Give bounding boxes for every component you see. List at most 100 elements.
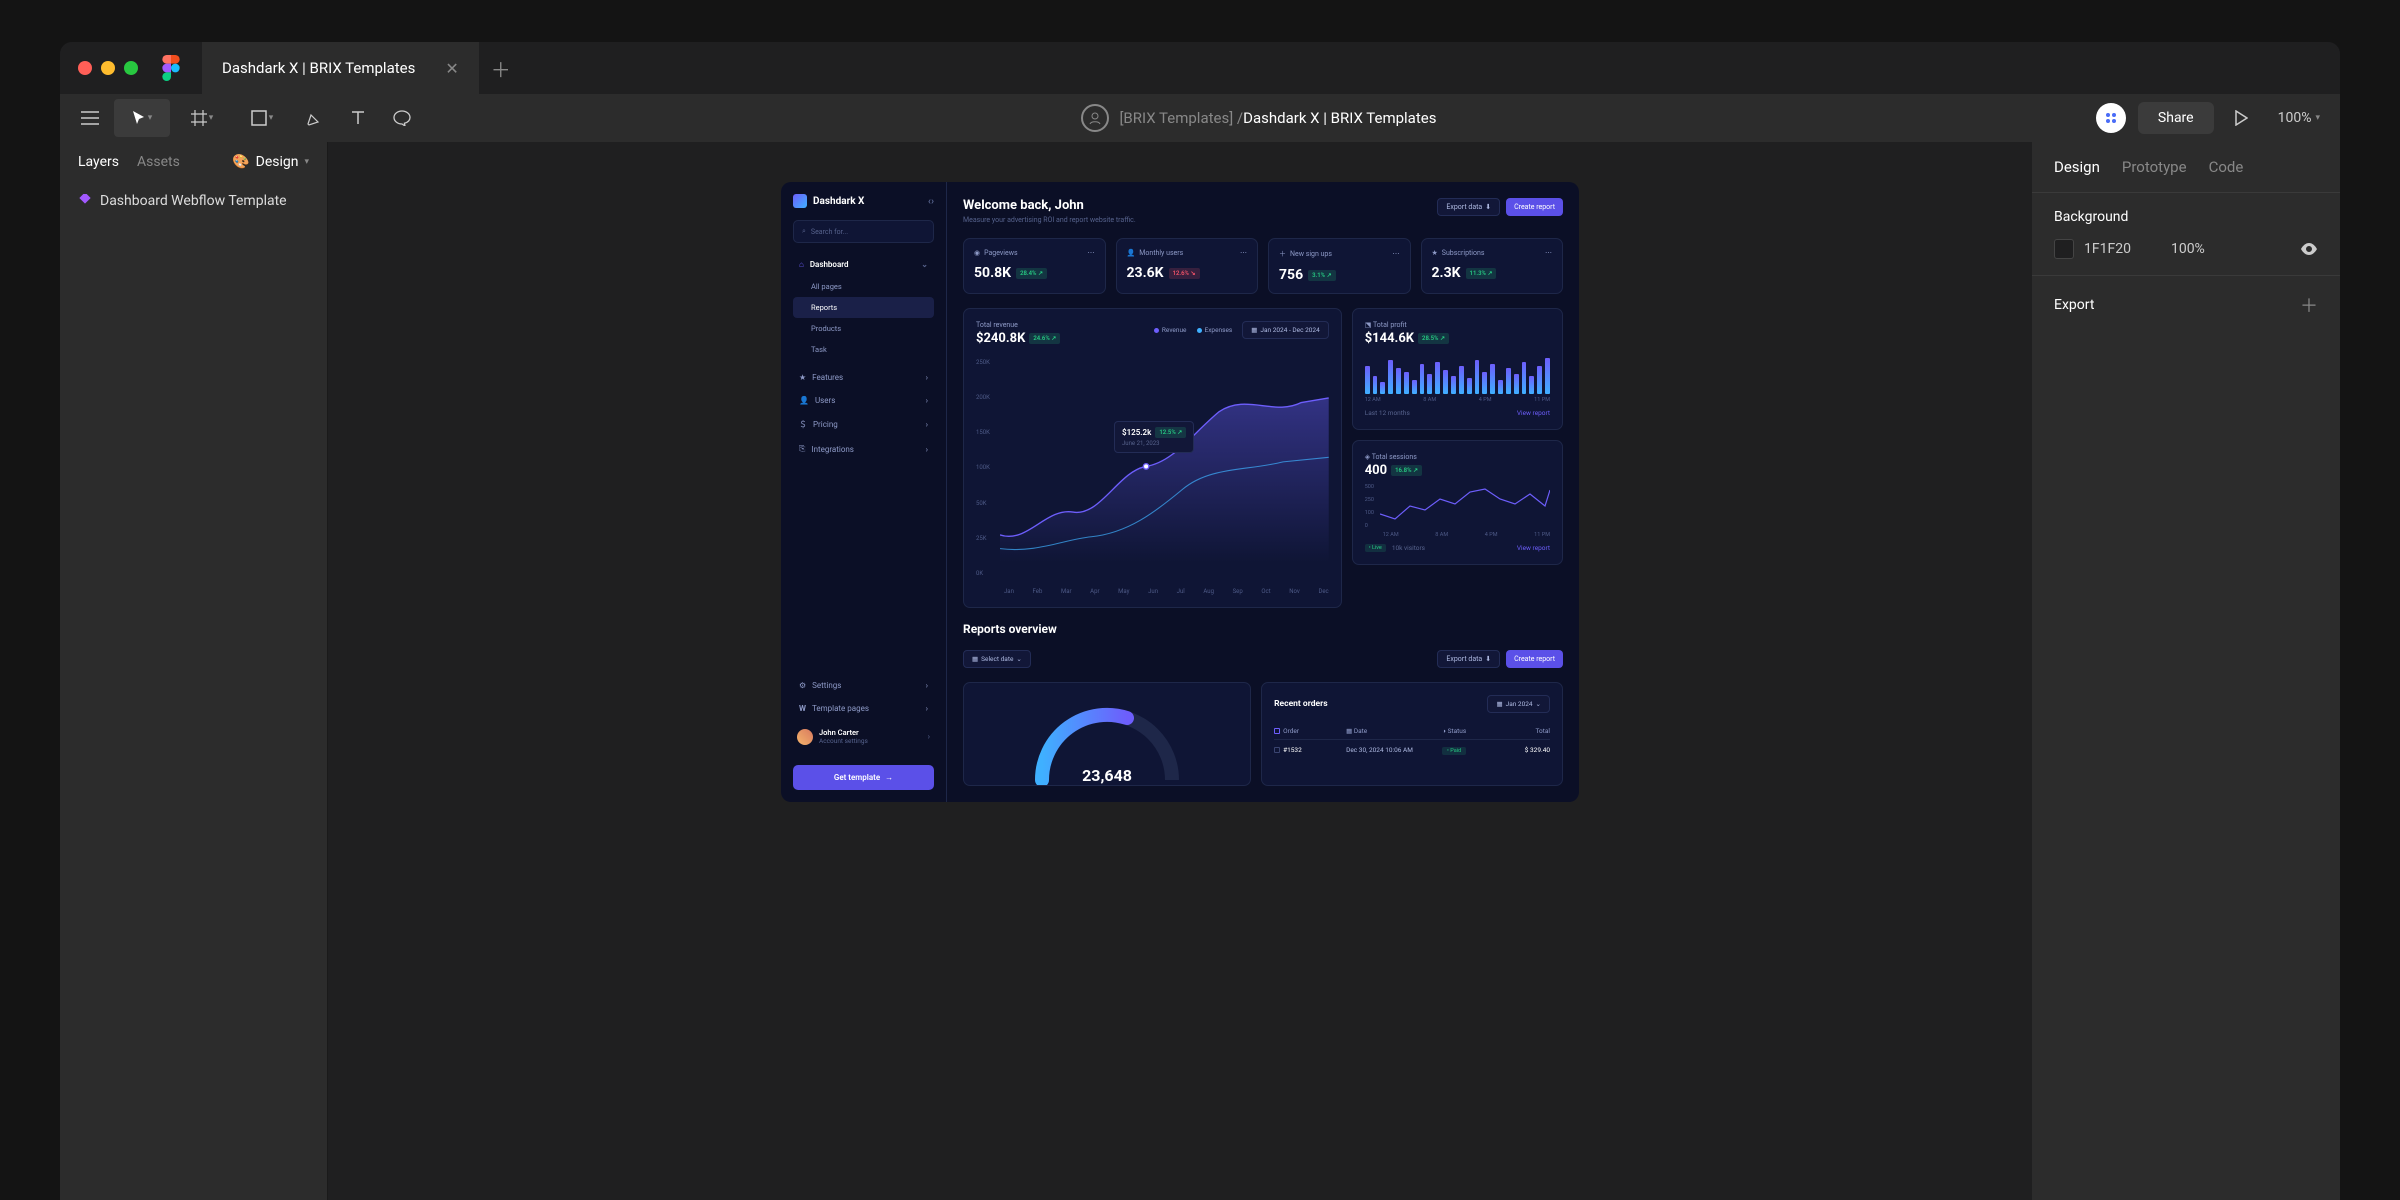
create-report-button[interactable]: Create report [1506,650,1563,668]
tab-code[interactable]: Code [2209,158,2244,176]
search-input[interactable]: ⌕Search for... [793,220,934,243]
tab-layers[interactable]: Layers [78,154,119,170]
tab-design[interactable]: Design [2054,158,2100,176]
new-tab-icon[interactable]: ＋ [491,54,511,83]
reports-header: Reports overview [963,622,1563,636]
breadcrumb[interactable]: [BRIX Templates] /Dashdark X | BRIX Temp… [1119,109,1436,127]
visibility-icon[interactable] [2300,243,2318,255]
tab-assets[interactable]: Assets [137,154,180,170]
x-axis: JanFebMarAprMayJunJulAugSepOctNovDec [1004,588,1329,595]
menu-icon[interactable] [70,99,110,137]
right-panel-tabs: Design Prototype Code [2032,142,2340,192]
eye-icon: ◉ [974,249,980,257]
nav-features[interactable]: ★Features› [793,366,934,389]
layer-label: Dashboard Webflow Template [100,192,287,211]
page-title: Welcome back, John [963,198,1136,213]
figma-window: Dashdark X | BRIX Templates ✕ ＋ ▾ ▾ ▾ [B… [60,42,2340,1200]
layer-row[interactable]: Dashboard Webflow Template [60,182,327,221]
dashboard-frame[interactable]: Dashdark X‹› ⌕Search for... ⌂Dashboard⌄ … [781,182,1579,802]
comment-tool[interactable] [382,99,422,137]
more-icon[interactable]: ⋯ [1240,249,1247,257]
chart-row: Total revenue$240.8K24.6% ↗ Revenue Expe… [963,308,1563,608]
nav-reports[interactable]: Reports [793,297,934,318]
checkbox-icon[interactable] [1274,747,1280,753]
tab-prototype[interactable]: Prototype [2122,158,2187,176]
page-selector[interactable]: 🎨 Design ▾ [232,154,309,170]
pen-tool[interactable] [294,99,334,137]
toolbar-center: [BRIX Templates] /Dashdark X | BRIX Temp… [422,104,2096,132]
kpi-card: 👤Monthly users⋯23.6K12.6% ↘ [1116,238,1259,294]
select-date-button[interactable]: ▦Select date⌄ [963,650,1031,668]
table-row[interactable]: #1532 Dec 30, 2024 10:06 AM • Paid $ 329… [1274,740,1550,760]
nav-dashboard[interactable]: ⌂Dashboard⌄ [793,253,934,276]
dash-logo[interactable]: Dashdark X‹› [793,194,934,208]
status-icon: ◑ [1442,727,1446,735]
download-icon: ⬇ [1485,655,1491,663]
window-minimize-icon[interactable] [101,61,115,75]
file-tab[interactable]: Dashdark X | BRIX Templates ✕ [202,42,479,94]
profit-card: ⬔ Total profit $144.6K28.5% ↗ 12 AM8 AM4… [1352,308,1563,430]
shape-tool[interactable]: ▾ [234,99,290,137]
chevron-right-icon: › [926,373,928,382]
view-report-link[interactable]: View report [1517,409,1550,417]
nav-products[interactable]: Products [793,318,934,339]
account-row[interactable]: John CarterAccount settings › [793,720,934,753]
figma-logo-icon [162,55,180,81]
export-data-button[interactable]: Export data⬇ [1437,650,1500,668]
nav-users[interactable]: 👤Users› [793,389,934,412]
chevron-right-icon: › [926,420,928,429]
revenue-chart: Total revenue$240.8K24.6% ↗ Revenue Expe… [963,308,1342,608]
nav-pricing[interactable]: ＄Pricing› [793,412,934,437]
page-subtitle: Measure your advertising ROI and report … [963,216,1136,224]
nav-task[interactable]: Task [793,339,934,360]
design-panel: Design Prototype Code Background 1F1F20 … [2032,142,2340,1200]
more-icon[interactable]: ⋯ [1545,249,1552,257]
table-header: Order ▦ Date ◑ Status Total [1274,723,1550,740]
hex-value[interactable]: 1F1F20 [2084,241,2131,257]
export-data-button[interactable]: Export data⬇ [1437,198,1500,216]
breadcrumb-current: Dashdark X | BRIX Templates [1243,109,1436,127]
dash-sidebar: Dashdark X‹› ⌕Search for... ⌂Dashboard⌄ … [781,182,947,802]
opacity-value[interactable]: 100% [2171,241,2205,257]
window-maximize-icon[interactable] [124,61,138,75]
zoom-control[interactable]: 100%▾ [2268,110,2330,126]
chevron-right-icon: › [926,445,928,454]
workspace-avatar[interactable] [2096,103,2126,133]
window-close-icon[interactable] [78,61,92,75]
date-range-select[interactable]: ▦Jan 2024 - Dec 2024 [1242,321,1328,339]
create-report-button[interactable]: Create report [1506,198,1563,216]
workspace: Layers Assets 🎨 Design ▾ Dashboard Webfl… [60,142,2340,1200]
user-icon: 👤 [1127,249,1136,257]
download-icon: ⬇ [1485,203,1491,211]
nav-all-pages[interactable]: All pages [793,276,934,297]
kpi-card: ★Subscriptions⋯2.3K11.3% ↗ [1421,238,1564,294]
nav-template-pages[interactable]: WTemplate pages› [793,697,934,720]
chevron-down-icon: ⌄ [921,260,928,269]
star-icon: ★ [799,373,806,382]
add-export-icon[interactable]: ＋ [2300,292,2318,318]
frame-tool[interactable]: ▾ [174,99,230,137]
month-select[interactable]: ▦Jan 2024⌄ [1487,695,1550,713]
view-report-link[interactable]: View report [1517,544,1550,552]
canvas[interactable]: Dashdark X‹› ⌕Search for... ⌂Dashboard⌄ … [328,142,2032,1200]
text-tool[interactable] [338,99,378,137]
move-tool[interactable]: ▾ [114,99,170,137]
color-swatch[interactable] [2054,239,2074,259]
more-icon[interactable]: ⋯ [1088,249,1095,257]
checkbox-icon[interactable] [1274,728,1280,734]
more-icon[interactable]: ⋯ [1393,250,1400,258]
nav-settings[interactable]: ⚙Settings› [793,674,934,697]
close-tab-icon[interactable]: ✕ [445,59,458,78]
plug-icon: ⎘ [799,444,805,454]
share-button[interactable]: Share [2138,102,2214,134]
present-icon[interactable] [2226,110,2256,126]
section-label: Export [2054,297,2094,313]
legend-dot-icon [1154,328,1159,333]
chart-icon: ⬔ [1365,321,1372,329]
get-template-button[interactable]: Get template→ [793,765,934,790]
nav-integrations[interactable]: ⎘Integrations› [793,437,934,461]
layers-panel: Layers Assets 🎨 Design ▾ Dashboard Webfl… [60,142,328,1200]
user-avatar-icon[interactable] [1081,104,1109,132]
toolbar-left: ▾ ▾ ▾ [70,99,422,137]
chevron-down-icon: ⌄ [1016,655,1021,663]
